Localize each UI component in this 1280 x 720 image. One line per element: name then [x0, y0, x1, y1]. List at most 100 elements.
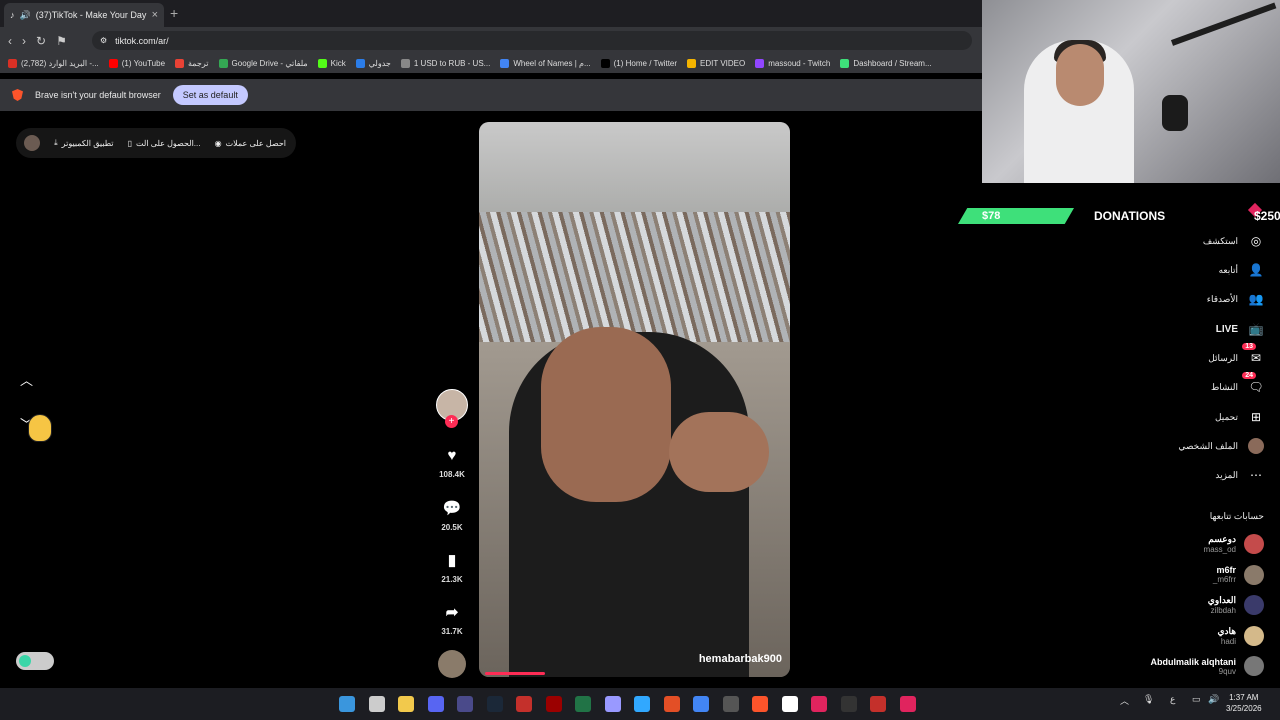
comment-icon: 💬	[442, 500, 462, 517]
url-text: tiktok.com/ar/	[115, 35, 169, 46]
account-avatar	[1244, 625, 1264, 646]
nav-live[interactable]: LIVE 📺	[1216, 321, 1264, 337]
file-explorer-icon[interactable]	[398, 696, 414, 712]
chrome-icon[interactable]	[693, 696, 709, 712]
bookmark-icon[interactable]: ⚑	[56, 34, 67, 48]
nav-more[interactable]: المزيد ⋯	[1215, 467, 1264, 483]
following-account-item[interactable]: دوعسم mass_od	[1204, 534, 1264, 554]
bookmark-item[interactable]: ترجمة	[175, 59, 209, 68]
app-icon[interactable]	[899, 696, 916, 712]
previous-video-chevron-up-icon[interactable]: ︿	[20, 370, 33, 389]
new-tab-button[interactable]: +	[170, 5, 178, 21]
bookmark-item[interactable]: (1) YouTube	[108, 59, 165, 68]
forward-icon[interactable]: ›	[22, 34, 26, 48]
app-icon[interactable]	[811, 696, 827, 712]
account-name: العداوي	[1207, 595, 1236, 605]
get-coins-label: احصل على عملات	[225, 138, 286, 148]
microphone-tray-icon[interactable]: 🎙	[1143, 694, 1154, 705]
site-settings-icon[interactable]: ⚙	[100, 36, 107, 45]
tiktok-top-buttons: ⤓ تطبيق الكمبيوتر ▯ الحصول على الت... ◉ …	[16, 128, 296, 158]
app-icon[interactable]	[516, 696, 532, 712]
like-count: 108.4K	[439, 470, 465, 479]
nav-explore[interactable]: استكشف ◎	[1203, 233, 1264, 249]
bookmark-label: EDIT VIDEO	[700, 59, 746, 68]
bookmark-label: ترجمة	[188, 59, 209, 68]
user-avatar[interactable]	[24, 135, 40, 151]
following-account-item[interactable]: Abdulmalik alqhtani 9quv	[1150, 656, 1264, 676]
volume-icon[interactable]: 🔊	[1208, 694, 1219, 705]
like-button[interactable]: ♥ 108.4K	[427, 447, 477, 479]
obs-icon[interactable]	[457, 696, 473, 712]
comment-button[interactable]: 💬 20.5K	[427, 499, 477, 532]
nav-more-label: المزيد	[1215, 469, 1238, 480]
webcam-overlay	[982, 0, 1280, 183]
bookmark-item[interactable]: جدولي	[355, 59, 391, 68]
bookmark-item[interactable]: 1 USD to RUB - US...	[400, 59, 490, 68]
bookmark-item[interactable]: massoud - Twitch	[755, 59, 830, 68]
desktop-app-button[interactable]: ⤓ تطبيق الكمبيوتر	[54, 138, 113, 148]
bookmark-item[interactable]: (2,782) البريد الوارد -...	[8, 59, 99, 68]
account-name: دوعسم	[1208, 534, 1236, 544]
bookmark-item[interactable]: (1) Home / Twitter	[600, 59, 677, 68]
music-disc-icon[interactable]	[438, 650, 466, 678]
bookmark-label: (2,782) البريد الوارد -...	[21, 59, 99, 68]
video-author[interactable]: hemabarbak900	[699, 653, 782, 665]
steam-icon[interactable]	[486, 696, 503, 712]
app-icon[interactable]	[870, 696, 886, 712]
desktop-app-label: تطبيق الكمبيوتر	[61, 138, 114, 148]
bookmark-item[interactable]: Kick	[317, 59, 346, 68]
save-button[interactable]: ▮ 21.3K	[427, 551, 477, 584]
back-icon[interactable]: ‹	[8, 34, 12, 48]
language-indicator[interactable]: ع	[1170, 694, 1175, 705]
search-icon[interactable]	[368, 696, 385, 712]
get-app-button[interactable]: ▯ الحصول على الت...	[128, 139, 201, 148]
speaker-icon[interactable]: 🔊	[20, 10, 31, 21]
tray-chevron-up-icon[interactable]: ︿	[1120, 694, 1129, 707]
bookmark-item[interactable]: EDIT VIDEO	[687, 59, 745, 68]
bookmark-item[interactable]: Wheel of Names | م...	[500, 59, 591, 68]
nav-activity[interactable]: النشاط 🗨 24	[1211, 372, 1264, 395]
follow-plus-icon[interactable]: +	[445, 415, 458, 428]
discord-icon[interactable]	[427, 696, 444, 712]
browser-tab-bar: ♪ 🔊 (37)TikTok - Make Your Day × +	[0, 0, 982, 27]
app-icon[interactable]	[663, 696, 680, 712]
network-icon[interactable]: ▭	[1192, 694, 1201, 705]
photoshop-icon[interactable]	[634, 696, 650, 712]
nav-friends[interactable]: الأصدقاء 👥	[1207, 291, 1264, 307]
tab-tiktok[interactable]: ♪ 🔊 (37)TikTok - Make Your Day ×	[4, 3, 164, 27]
following-account-item[interactable]: هادي hadi	[1217, 625, 1264, 646]
app-icon[interactable]	[545, 696, 562, 712]
premiere-icon[interactable]	[604, 696, 621, 712]
video-player[interactable]: hemabarbak900	[479, 122, 790, 677]
app-icon[interactable]	[840, 696, 857, 712]
excel-icon[interactable]	[575, 696, 591, 712]
taskbar-clock[interactable]: 1:37 AM 3/25/2026	[1226, 692, 1262, 714]
account-username: hadi	[1220, 636, 1236, 646]
video-progress-bar[interactable]	[485, 672, 545, 675]
following-account-item[interactable]: العداوي zilbdah	[1208, 595, 1264, 615]
account-name: m6fr	[1216, 565, 1236, 575]
activity-badge: 24	[1242, 372, 1256, 379]
get-coins-button[interactable]: ◉ احصل على عملات	[215, 139, 286, 148]
windows-start-icon[interactable]	[339, 696, 355, 712]
bookmark-item[interactable]: Dashboard / Stream...	[840, 59, 932, 68]
share-count: 31.7K	[441, 627, 463, 636]
close-tab-icon[interactable]: ×	[152, 9, 158, 21]
app-icon[interactable]	[722, 696, 739, 712]
video-sky	[479, 122, 790, 222]
bookmark-item[interactable]: Google Drive - ملفاتي	[218, 59, 308, 68]
nav-profile[interactable]: الملف الشخصي	[1178, 438, 1264, 454]
reload-icon[interactable]: ↻	[36, 34, 46, 48]
bookmark-favicon-icon	[600, 59, 610, 68]
capcut-icon[interactable]	[781, 696, 798, 712]
account-avatar	[1244, 656, 1264, 676]
address-bar[interactable]: ⚙ tiktok.com/ar/	[92, 31, 972, 50]
brave-icon[interactable]	[752, 696, 768, 712]
set-default-button[interactable]: Set as default	[172, 85, 248, 105]
nav-messages[interactable]: الرسائل ✉ 13	[1208, 343, 1264, 366]
share-button[interactable]: ➦ 31.7K	[427, 603, 477, 636]
theme-toggle[interactable]	[16, 652, 54, 670]
nav-upload[interactable]: تحميل ⊞	[1215, 409, 1264, 425]
nav-following[interactable]: أتابعه 👤	[1219, 262, 1264, 278]
following-account-item[interactable]: m6fr _m6frr	[1213, 564, 1264, 585]
